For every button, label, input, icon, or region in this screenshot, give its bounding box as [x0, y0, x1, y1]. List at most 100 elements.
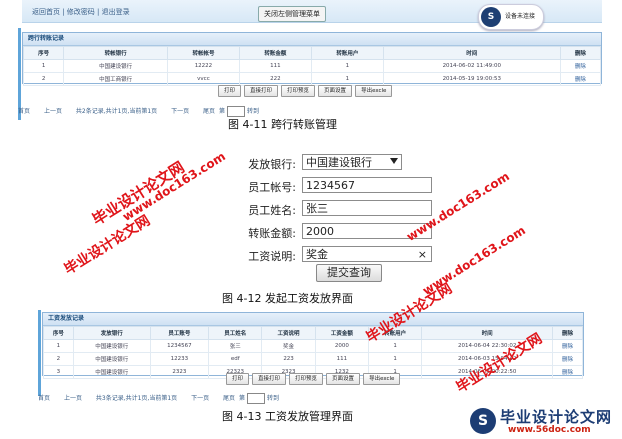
toolbar-button[interactable]: 打印	[226, 373, 250, 385]
pager-next-2[interactable]: 下一页	[191, 395, 209, 402]
column-header: 员工账号	[149, 326, 210, 340]
pager-page-input-2[interactable]	[246, 393, 265, 404]
table-cell: 2323	[149, 365, 210, 379]
pager-first[interactable]: 首页	[18, 108, 30, 115]
clear-icon[interactable]: ×	[418, 247, 427, 263]
form-row: 员工姓名: 张三	[148, 200, 448, 218]
form-input[interactable]: 奖金 ×	[302, 246, 432, 262]
delete-link[interactable]: 删除	[552, 352, 583, 366]
table-cell: 1234567	[149, 339, 210, 353]
pager-prev-2[interactable]: 上一页	[64, 395, 82, 402]
column-header: 工资金额	[314, 326, 369, 340]
toolbar-button[interactable]: 导出excle	[355, 85, 393, 97]
transfer-records-table: 序号 转帐银行 转帐帐号 转账金额 转账用户 时间 删除 1 中国建设银行 12222 111 1 2…	[22, 46, 602, 86]
pager-goto-button-2[interactable]: 转到	[267, 395, 279, 402]
table-cell: edf	[208, 352, 263, 366]
pager-last[interactable]: 尾页	[203, 108, 215, 115]
table-cell: 2	[43, 352, 74, 366]
delete-link[interactable]: 删除	[552, 365, 583, 379]
pager-last-2[interactable]: 尾页	[223, 395, 235, 402]
logo-badge-icon: S	[470, 408, 496, 434]
pager-next[interactable]: 下一页	[171, 108, 189, 115]
figure-caption-4-13: 图 4-13 工资发放管理界面	[222, 410, 353, 423]
site-logo: S 毕业设计论文网 www.56doc.com	[470, 406, 620, 439]
table-cell: 1	[367, 352, 423, 366]
input-value: 奖金	[306, 248, 328, 261]
toolbar-button[interactable]: 直接打印	[252, 373, 287, 385]
table-cell: 111	[314, 352, 369, 366]
top-nav-links[interactable]: 返回首页 | 修改密码 | 退出登录	[32, 7, 130, 17]
pager-summary-2: 共3条记录,共计1页,当前第1页	[95, 395, 178, 402]
input-value: 1234567	[306, 179, 355, 192]
pager-goto-button[interactable]: 转到	[247, 108, 259, 115]
pager-goto-label: 第	[218, 108, 225, 115]
table-cell: 中国建设银行	[72, 339, 151, 353]
logo-url: www.56doc.com	[508, 425, 591, 435]
column-header: 转账金额	[238, 46, 312, 60]
column-header: 删除	[552, 326, 583, 340]
column-header: 转帐帐号	[166, 46, 240, 60]
pager-goto-label-2: 第	[238, 395, 245, 402]
close-menu-button[interactable]: 关闭左侧管理菜单	[258, 6, 326, 22]
table-row: 2 中国工商银行 vvcc 222 1 2014-05-19 19:00:53 删除	[22, 72, 602, 86]
device-logo-icon: S	[481, 7, 501, 27]
toolbar-button[interactable]: 直接打印	[244, 85, 279, 97]
toolbar-button[interactable]: 页面设置	[318, 85, 353, 97]
table-cell: 1	[43, 339, 74, 353]
submit-query-button[interactable]: 提交查询	[316, 264, 382, 282]
pager-first-2[interactable]: 首页	[38, 395, 50, 402]
table-cell: 12233	[149, 352, 210, 366]
left-accent-bar-2	[38, 310, 41, 396]
form-input[interactable]: 1234567	[302, 177, 432, 193]
pager-prev[interactable]: 上一页	[44, 108, 62, 115]
column-header: 转帐银行	[63, 46, 168, 60]
table-cell: 2000	[314, 339, 369, 353]
table-cell: 12222	[166, 59, 240, 73]
table-cell: 223	[261, 352, 316, 366]
table-cell: 1	[22, 59, 65, 73]
table-cell: 2014-06-02 11:49:00	[382, 59, 561, 73]
column-header: 序号	[22, 46, 65, 60]
input-value: 中国建设银行	[306, 156, 372, 169]
column-header: 转账用户	[310, 46, 384, 60]
delete-link[interactable]: 删除	[559, 72, 602, 86]
toolbar-button[interactable]: 打印	[218, 85, 242, 97]
pagination-2: 首页 上一页 共3条记录,共计1页,当前第1页 下一页 尾页 第 转到	[38, 393, 291, 404]
connection-status-text: 设备未连接	[505, 13, 536, 20]
table-cell: vvcc	[166, 72, 240, 86]
toolbar-button[interactable]: 页面设置	[326, 373, 361, 385]
form-row: 转账金额: 2000	[148, 223, 448, 241]
form-input[interactable]: 张三	[302, 200, 432, 216]
column-header: 工资说明	[261, 326, 316, 340]
toolbar-button[interactable]: 打印预览	[289, 373, 324, 385]
table-cell: 中国建设银行	[72, 365, 151, 379]
table-cell: 2	[22, 72, 65, 86]
table-cell: 中国工商银行	[63, 72, 168, 86]
transfer-records-panel: 跨行转账记录 序号 转帐银行 转帐帐号 转账金额 转账用户 时间 删除 1 中国建设银行 122…	[22, 32, 602, 86]
bank-select[interactable]: 中国建设银行	[302, 154, 402, 170]
column-header: 时间	[382, 46, 561, 60]
input-value: 张三	[306, 202, 328, 215]
toolbar-button[interactable]: 导出excle	[363, 373, 401, 385]
pager-summary: 共2条记录,共计1页,当前第1页	[75, 108, 158, 115]
salary-form: 发放银行: 中国建设银行 员工帐号: 1234567 员工姓名: 张三 转账金额: 2000 工…	[148, 130, 456, 288]
device-connection-status[interactable]: S 设备未连接	[478, 4, 544, 30]
table-cell: 奖金	[261, 339, 316, 353]
table-cell: 111	[238, 59, 312, 73]
table-row: 1 中国建设银行 12222 111 1 2014-06-02 11:49:00 删除	[22, 59, 602, 73]
column-header: 员工姓名	[208, 326, 263, 340]
form-label: 工资说明:	[248, 250, 296, 263]
logo-title: 毕业设计论文网	[500, 408, 613, 426]
print-toolbar: 打印 直接打印 打印预览 页面设置 导出excle	[218, 85, 393, 97]
form-label: 员工姓名:	[248, 204, 296, 217]
form-label: 员工帐号:	[248, 181, 296, 194]
delete-link[interactable]: 删除	[559, 59, 602, 73]
table-cell: 1	[310, 72, 384, 86]
table-cell: 1	[310, 59, 384, 73]
toolbar-button[interactable]: 打印预览	[281, 85, 316, 97]
print-toolbar-2: 打印 直接打印 打印预览 页面设置 导出excle	[226, 373, 401, 385]
table-cell: 2014-05-19 19:00:53	[382, 72, 561, 86]
column-header: 发放银行	[72, 326, 151, 340]
form-label: 转账金额:	[248, 227, 296, 240]
delete-link[interactable]: 删除	[552, 339, 583, 353]
